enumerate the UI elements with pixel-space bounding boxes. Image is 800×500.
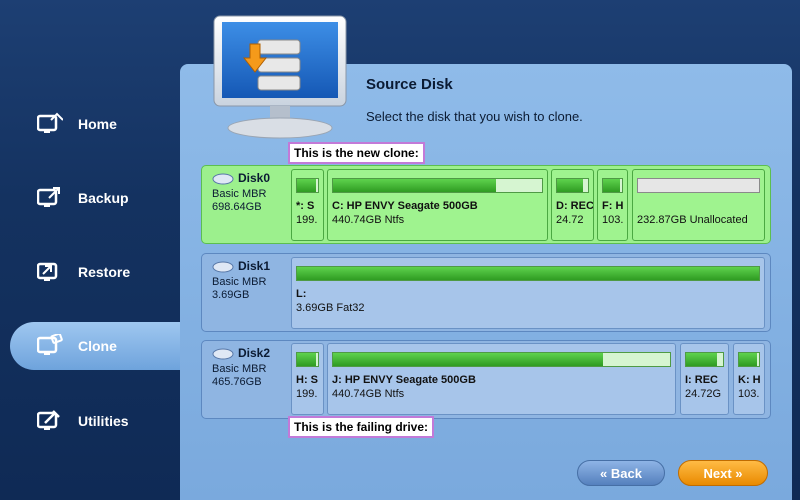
nav-label-backup: Backup	[78, 190, 129, 206]
nav-label-restore: Restore	[78, 264, 131, 280]
next-button[interactable]: Next »	[678, 460, 768, 486]
partition-disk0-unallocated[interactable]: 232.87GB Unallocated	[632, 169, 765, 241]
back-button[interactable]: « Back	[577, 460, 665, 486]
usage-bar	[686, 353, 718, 366]
disk-type: Basic MBR	[212, 276, 267, 288]
disk-info: Disk2 Basic MBR 465.76GB	[212, 347, 270, 389]
restore-icon	[36, 258, 64, 286]
partition-size: 199.	[296, 388, 318, 400]
partition-label: L:	[296, 288, 307, 300]
usage-bar	[333, 179, 497, 192]
partition-label: J: HP ENVY Seagate 500GB	[332, 374, 476, 386]
partition-size: 103.	[602, 214, 624, 226]
usage-bar	[603, 179, 621, 192]
partition-size: 3.69GB Fat32	[296, 302, 365, 314]
sidebar-nav: Home Backup Restore Clone Utilities	[0, 0, 190, 500]
partition-disk0-s[interactable]: *: S 199.	[291, 169, 324, 241]
disk-icon	[212, 348, 234, 359]
disk-type: Basic MBR	[212, 188, 267, 200]
partition-label: K: H	[738, 374, 761, 386]
partition-label: F: H	[602, 200, 624, 212]
partition-size: 440.74GB Ntfs	[332, 388, 405, 400]
disk-icon	[212, 173, 234, 184]
partition-disk2-i[interactable]: I: REC 24.72G	[680, 343, 729, 415]
disk-name: Disk1	[238, 259, 271, 273]
partition-disk0-f[interactable]: F: H 103.	[597, 169, 628, 241]
usage-bar	[297, 179, 316, 192]
monitor-disk-icon	[210, 14, 350, 142]
partition-size: 103.	[738, 388, 760, 400]
partition-label: C: HP ENVY Seagate 500GB	[332, 200, 478, 212]
nav-item-backup[interactable]: Backup	[10, 174, 180, 222]
disk-info: Disk1 Basic MBR 3.69GB	[212, 260, 270, 302]
partition-size: 440.74GB Ntfs	[332, 214, 405, 226]
partition-disk1-l[interactable]: L: 3.69GB Fat32	[291, 257, 765, 329]
page-subtitle: Select the disk that you wish to clone.	[366, 109, 583, 124]
nav-label-clone: Clone	[78, 338, 117, 354]
disk-size: 3.69GB	[212, 289, 250, 301]
partition-disk2-s[interactable]: H: S 199.	[291, 343, 324, 415]
callout-new-clone: This is the new clone:	[288, 142, 425, 164]
nav-label-home: Home	[78, 116, 117, 132]
partition-label: I: REC	[685, 374, 718, 386]
page-title: Source Disk	[366, 76, 453, 93]
nav-item-utilities[interactable]: Utilities	[10, 397, 180, 445]
partition-size: 24.72	[556, 214, 584, 226]
backup-icon	[36, 184, 64, 212]
partition-disk2-k[interactable]: K: H 103.	[733, 343, 765, 415]
disk-type: Basic MBR	[212, 363, 267, 375]
disk-size: 465.76GB	[212, 376, 262, 388]
partition-label: D: REC	[556, 200, 594, 212]
home-icon	[36, 110, 64, 138]
disk-name: Disk0	[238, 171, 271, 185]
nav-label-utilities: Utilities	[78, 413, 129, 429]
clone-icon	[36, 332, 64, 360]
callout-failing-drive: This is the failing drive:	[288, 416, 435, 438]
usage-bar	[333, 353, 603, 366]
usage-bar	[297, 353, 316, 366]
partition-disk0-d[interactable]: D: REC 24.72	[551, 169, 594, 241]
partition-label: *: S	[296, 200, 315, 212]
usage-bar	[297, 267, 759, 280]
nav-item-clone[interactable]: Clone	[10, 322, 190, 370]
partition-disk0-c[interactable]: C: HP ENVY Seagate 500GB 440.74GB Ntfs	[327, 169, 548, 241]
partition-size: 24.72G	[685, 388, 722, 400]
disk-icon	[212, 261, 234, 272]
utilities-icon	[36, 407, 64, 435]
disk-name: Disk2	[238, 346, 271, 360]
nav-item-home[interactable]: Home	[10, 100, 180, 148]
partition-size: 232.87GB Unallocated	[637, 214, 748, 226]
partition-size: 199.	[296, 214, 318, 226]
usage-bar	[739, 353, 757, 366]
disk-size: 698.64GB	[212, 201, 262, 213]
partition-label: H: S	[296, 374, 318, 386]
disk-info: Disk0 Basic MBR 698.64GB	[212, 172, 270, 214]
nav-item-restore[interactable]: Restore	[10, 248, 180, 296]
usage-bar	[557, 179, 584, 192]
partition-disk2-j[interactable]: J: HP ENVY Seagate 500GB 440.74GB Ntfs	[327, 343, 676, 415]
